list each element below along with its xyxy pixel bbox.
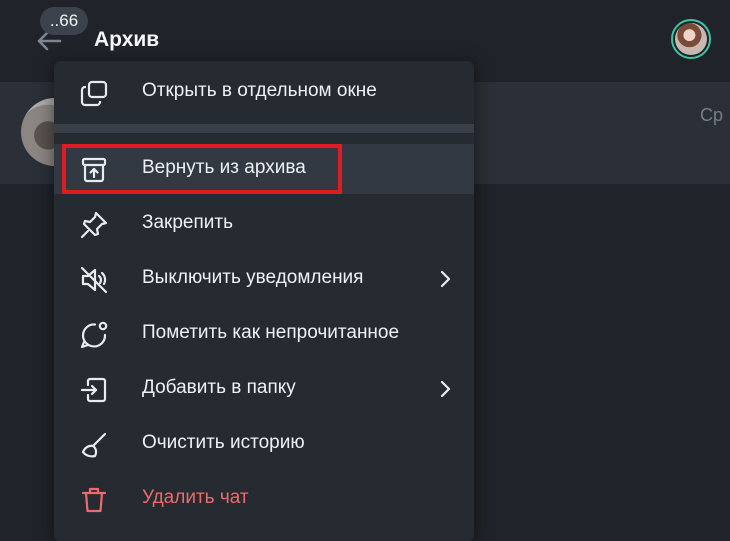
menu-item-label: Добавить в папку <box>142 377 296 398</box>
chat-timestamp: Ср <box>700 105 724 125</box>
page-title: Архив <box>94 28 160 51</box>
menu-item-pin[interactable]: Закрепить <box>54 199 474 249</box>
unarchive-icon <box>78 154 110 186</box>
menu-item-label: Пометить как непрочитанное <box>142 322 400 343</box>
menu-item-label: Удалить чат <box>142 487 249 508</box>
menu-item-label: Очистить историю <box>142 432 305 453</box>
mark-unread-icon <box>78 319 110 351</box>
menu-item-label: Выключить уведомления <box>142 267 364 288</box>
context-menu: Открыть в отдельном окне Вернуть из архи… <box>54 61 474 541</box>
menu-item-mute[interactable]: Выключить уведомления <box>54 254 474 304</box>
trash-icon <box>78 484 110 516</box>
new-window-icon <box>78 77 110 109</box>
menu-item-mark-unread[interactable]: Пометить как непрочитанное <box>54 309 474 359</box>
mute-icon <box>78 264 110 296</box>
menu-item-label: Открыть в отдельном окне <box>142 80 377 101</box>
unread-count-badge: ..66 <box>40 7 88 35</box>
menu-item-unarchive[interactable]: Вернуть из архива <box>54 144 474 194</box>
menu-item-delete-chat[interactable]: Удалить чат <box>54 474 474 524</box>
menu-item-open-in-window[interactable]: Открыть в отдельном окне <box>54 67 474 117</box>
chevron-right-icon <box>440 380 451 398</box>
avatar-image <box>675 23 707 55</box>
broom-icon <box>78 429 110 461</box>
menu-item-label: Закрепить <box>142 212 233 233</box>
chevron-right-icon <box>440 270 451 288</box>
menu-item-clear-history[interactable]: Очистить историю <box>54 419 474 469</box>
menu-divider <box>54 124 474 133</box>
menu-item-label: Вернуть из архива <box>142 157 306 178</box>
pin-icon <box>78 209 110 241</box>
menu-item-add-to-folder[interactable]: Добавить в папку <box>54 364 474 414</box>
avatar[interactable] <box>671 19 711 59</box>
add-to-folder-icon <box>78 374 110 406</box>
